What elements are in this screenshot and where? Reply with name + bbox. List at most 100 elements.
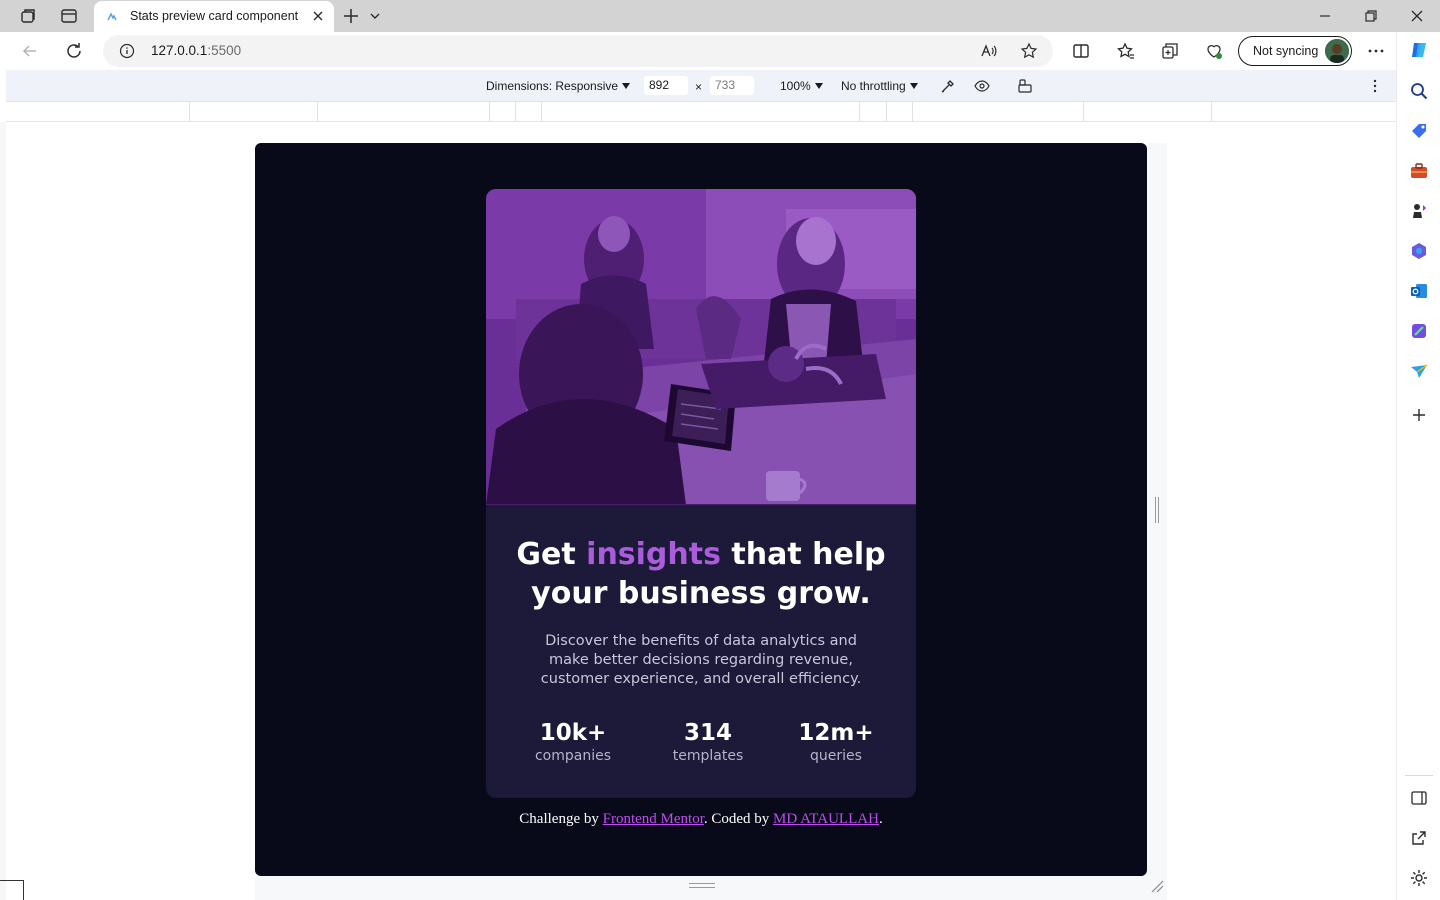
stat-label: queries: [810, 748, 862, 764]
ruler-marker: [489, 102, 490, 122]
office-photo: [486, 189, 916, 505]
card-heading: Get insights that help your business gro…: [486, 535, 916, 613]
url-text: 127.0.0.1:5500: [151, 43, 241, 58]
shopping-tag-icon[interactable]: [1409, 121, 1429, 141]
favicon-icon: [107, 12, 117, 21]
browser-toolbar: 127.0.0.1:5500 Not syncing: [0, 32, 1396, 70]
site-info-icon[interactable]: [119, 43, 135, 59]
edge-sidebar: [1396, 32, 1440, 900]
designer-icon[interactable]: [1409, 321, 1429, 341]
stat-templates: 314 templates: [643, 719, 773, 765]
tab-strip: Stats preview card component: [0, 0, 1440, 32]
rotate-device-icon[interactable]: [1017, 78, 1033, 94]
sync-label: Not syncing: [1253, 44, 1319, 58]
resize-handle-bottom[interactable]: [689, 883, 715, 888]
attribution-prefix: Challenge by: [519, 811, 603, 827]
back-icon[interactable]: [20, 41, 40, 61]
attribution-middle: . Coded by: [703, 811, 774, 827]
new-tab-icon[interactable]: [342, 7, 360, 25]
close-window-icon[interactable]: [1410, 9, 1424, 23]
minimize-icon[interactable]: [1318, 9, 1332, 23]
ruler-marker: [541, 102, 542, 122]
ruler-marker: [886, 102, 887, 122]
favorites-icon[interactable]: [1116, 41, 1136, 61]
ruler-marker: [515, 102, 516, 122]
search-icon[interactable]: [1409, 81, 1429, 101]
heading-accent: insights: [586, 537, 721, 572]
browser-essentials-icon[interactable]: [1204, 41, 1224, 61]
viewport-gutter: [0, 122, 6, 900]
ruler-marker: [1083, 102, 1084, 122]
caret-down-icon: [814, 83, 823, 89]
address-bar[interactable]: 127.0.0.1:5500: [103, 35, 1053, 67]
external-link-icon[interactable]: [1409, 828, 1429, 848]
resize-corner-icon[interactable]: [1150, 879, 1164, 893]
active-tab[interactable]: Stats preview card component: [94, 1, 334, 32]
stats-preview-card: Get insights that help your business gro…: [486, 189, 916, 798]
zoom-dropdown[interactable]: 100%: [780, 79, 823, 93]
stats-row: 10k+ companies 314 templates 12m+ querie…: [486, 719, 916, 769]
ruler-marker: [912, 102, 913, 122]
workspaces-icon[interactable]: [18, 6, 38, 26]
resize-handle-right[interactable]: [1155, 497, 1159, 523]
avatar: [1325, 39, 1349, 63]
frontend-mentor-link[interactable]: Frontend Mentor: [603, 811, 704, 827]
microsoft-365-icon[interactable]: [1409, 241, 1429, 261]
outlook-icon[interactable]: [1409, 281, 1429, 301]
stat-value: 12m+: [798, 720, 874, 746]
ruler-marker: [189, 102, 190, 122]
add-icon[interactable]: [1409, 405, 1429, 425]
copilot-icon[interactable]: [1409, 40, 1429, 60]
restore-icon[interactable]: [1364, 9, 1378, 23]
eyedropper-icon[interactable]: [940, 78, 956, 94]
ruler-marker: [317, 102, 318, 122]
header-image: [486, 189, 916, 505]
attribution: Challenge by Frontend Mentor. Coded by M…: [255, 811, 1147, 828]
more-options-icon[interactable]: [1366, 41, 1386, 61]
author-link[interactable]: MD ATAULLAH: [773, 811, 879, 827]
status-corner: [0, 880, 24, 900]
tab-title: Stats preview card component: [130, 9, 299, 23]
profile-sync-button[interactable]: Not syncing: [1238, 36, 1352, 66]
hide-sidebar-icon[interactable]: [1409, 788, 1429, 808]
card-description: Discover the benefits of data analytics …: [540, 633, 862, 687]
tools-briefcase-icon[interactable]: [1409, 161, 1429, 181]
chevron-down-icon[interactable]: [369, 10, 381, 22]
dimension-separator: ×: [695, 80, 703, 94]
vision-eye-icon[interactable]: [974, 78, 990, 94]
collections-icon[interactable]: [1160, 41, 1180, 61]
games-chess-icon[interactable]: [1409, 201, 1429, 221]
drop-send-icon[interactable]: [1409, 361, 1429, 381]
ruler-marker: [1211, 102, 1212, 122]
devtools-more-icon[interactable]: [1367, 78, 1383, 94]
url-host: 127.0.0.1: [151, 43, 208, 58]
caret-down-icon: [909, 83, 918, 89]
stat-companies: 10k+ companies: [508, 719, 638, 765]
viewport-bottom: [255, 876, 1167, 900]
heading-prefix: Get: [516, 537, 587, 572]
close-tab-icon[interactable]: [311, 9, 325, 23]
ruler-marker: [859, 102, 860, 122]
device-toolbar: Dimensions: Responsive 892 × 733 100% No…: [6, 70, 1396, 102]
throttling-label: No throttling: [841, 79, 906, 93]
refresh-icon[interactable]: [64, 41, 84, 61]
stat-value: 314: [683, 720, 732, 746]
dimensions-dropdown[interactable]: Dimensions: Responsive: [486, 79, 631, 93]
height-input[interactable]: 733: [710, 76, 754, 95]
settings-gear-icon[interactable]: [1409, 868, 1429, 888]
split-screen-icon[interactable]: [1071, 41, 1091, 61]
read-aloud-icon[interactable]: [980, 42, 998, 60]
throttling-dropdown[interactable]: No throttling: [841, 79, 918, 93]
stat-label: companies: [534, 748, 612, 764]
media-query-ruler[interactable]: [6, 102, 1396, 122]
sidebar-divider: [1405, 775, 1433, 776]
emulated-viewport: Get insights that help your business gro…: [255, 143, 1147, 876]
stat-value: 10k+: [539, 720, 607, 746]
vertical-tabs-icon[interactable]: [59, 6, 79, 26]
attribution-suffix: .: [878, 811, 883, 827]
url-port: :5500: [207, 43, 242, 58]
width-input[interactable]: 892: [644, 76, 688, 95]
stat-label: templates: [672, 748, 744, 764]
favorite-star-icon[interactable]: [1020, 42, 1038, 60]
stat-queries: 12m+ queries: [771, 719, 901, 765]
